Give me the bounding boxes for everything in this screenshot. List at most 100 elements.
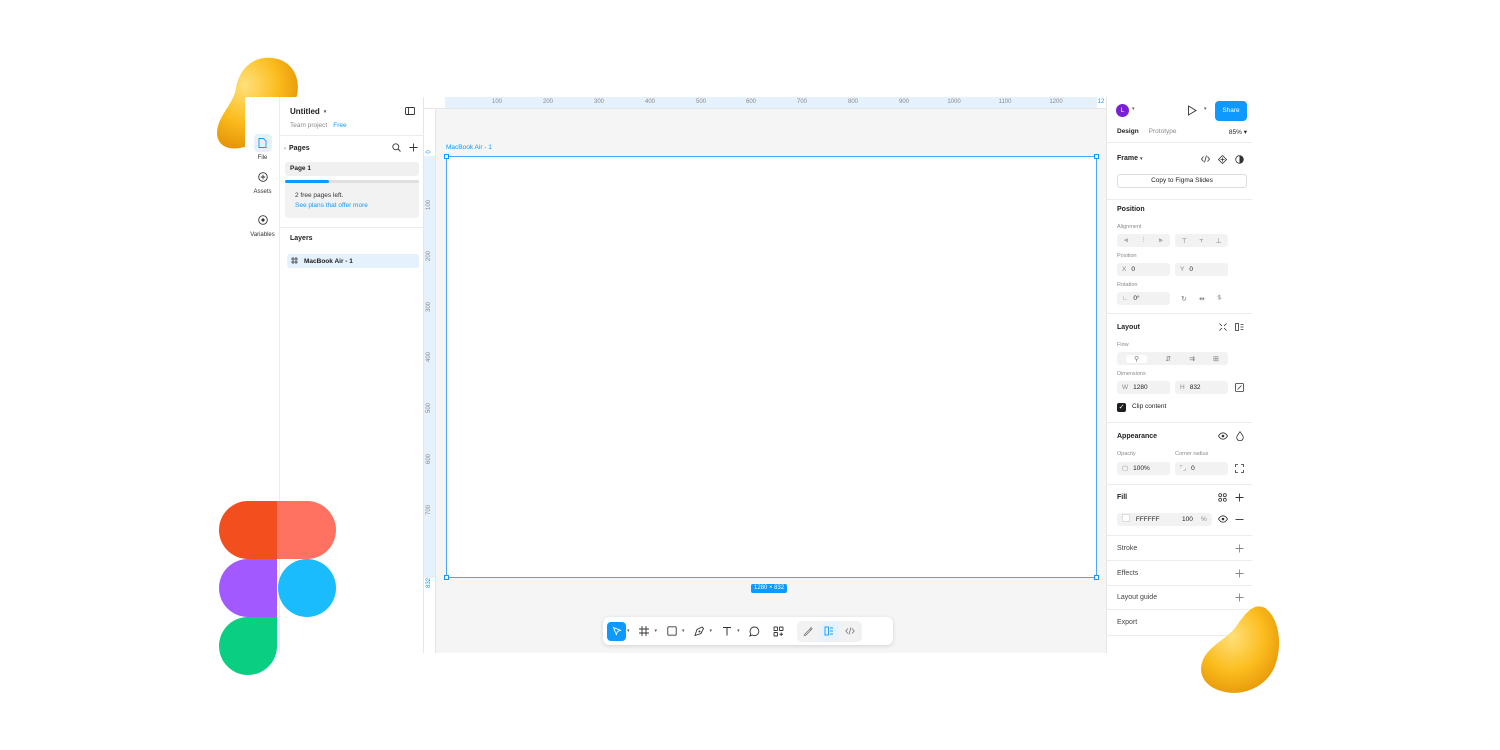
corner-radius-field[interactable]: ⌜⌟ 0	[1175, 462, 1228, 475]
align-top-icon[interactable]: ⊤	[1181, 237, 1187, 245]
resize-handle[interactable]	[444, 154, 449, 159]
resize-handle[interactable]	[1094, 575, 1099, 580]
effects-heading[interactable]: Effects	[1117, 570, 1138, 577]
figma-logo	[219, 501, 336, 675]
constrain-proportions-icon[interactable]	[1235, 383, 1244, 394]
rotate-icon[interactable]: ↻	[1181, 295, 1187, 303]
drop-icon[interactable]	[1236, 430, 1244, 443]
figma-app-window: File Assets Variables Untitled ▾ Team pr…	[245, 97, 1253, 653]
flow-grid-icon[interactable]: ⊞	[1213, 355, 1219, 363]
horizontal-ruler: 100 200 300 400 500 600 700 800 900 1000…	[424, 97, 1106, 109]
add-effect-icon[interactable]	[1235, 569, 1244, 580]
frame-tool-button[interactable]	[635, 622, 654, 641]
align-bottom-icon[interactable]: ⊥	[1216, 237, 1222, 245]
play-icon[interactable]	[1187, 105, 1197, 118]
zoom-dropdown[interactable]: 85% ▾	[1229, 128, 1247, 136]
add-stroke-icon[interactable]	[1235, 544, 1244, 555]
share-button[interactable]: Share	[1215, 101, 1247, 121]
rail-assets[interactable]: Assets	[245, 168, 280, 195]
flip-vertical-icon[interactable]: ⥮	[1217, 295, 1222, 303]
x-position-field[interactable]: X0	[1117, 263, 1170, 276]
eye-icon[interactable]	[1218, 515, 1228, 525]
styles-grid-icon[interactable]	[1218, 493, 1227, 504]
resize-handle[interactable]	[444, 575, 449, 580]
rail-file[interactable]: File	[245, 134, 280, 161]
add-page-icon[interactable]	[409, 143, 418, 154]
zoom-level: 85%	[1228, 129, 1242, 136]
chevron-down-icon[interactable]: ▾	[1132, 106, 1135, 112]
width-field[interactable]: W 1280	[1117, 381, 1170, 394]
clip-content-checkbox[interactable]: ✓	[1117, 403, 1126, 412]
flow-freeform-icon[interactable]: ⚲	[1126, 354, 1148, 363]
design-mode-button[interactable]	[819, 621, 839, 641]
fill-color-field[interactable]: FFFFFF 100 %	[1117, 513, 1212, 526]
search-icon[interactable]	[392, 143, 401, 154]
resize-handle[interactable]	[1094, 154, 1099, 159]
ruler-tick: 200	[542, 99, 554, 105]
flow-horizontal-icon[interactable]: ⇉	[1189, 355, 1195, 363]
pages-header: › Pages	[284, 143, 418, 154]
dev-mode-button[interactable]	[841, 622, 860, 641]
frame-type-dropdown[interactable]: Frame ▾	[1117, 155, 1142, 162]
independent-corners-icon[interactable]	[1235, 464, 1244, 475]
layer-item[interactable]: MacBook Air - 1	[287, 254, 419, 268]
free-pages-progress-fill	[285, 180, 330, 183]
file-title[interactable]: Untitled ▾	[290, 107, 326, 116]
tab-prototype[interactable]: Prototype	[1149, 128, 1177, 136]
yellow-blob-decoration	[1201, 606, 1280, 693]
canvas[interactable]: 100 200 300 400 500 600 700 800 900 1000…	[424, 97, 1106, 653]
layout-guide-heading[interactable]: Layout guide	[1117, 594, 1157, 601]
export-heading[interactable]: Export	[1117, 619, 1137, 626]
frame-type-label: Frame	[1117, 155, 1139, 162]
chevron-down-icon[interactable]: ▾	[1204, 106, 1207, 112]
frame-label[interactable]: MacBook Air - 1	[446, 144, 492, 151]
text-tool-button[interactable]	[717, 622, 736, 641]
actions-tool-button[interactable]	[769, 622, 788, 641]
fill-swatch[interactable]	[1122, 514, 1130, 522]
theme-icon[interactable]	[1235, 155, 1244, 166]
layout-heading: Layout	[1117, 324, 1140, 331]
align-middle-icon[interactable]: ⫟	[1199, 237, 1203, 245]
chevron-down-icon[interactable]: ▾	[682, 628, 685, 634]
align-center-icon[interactable]: ⫶	[1143, 237, 1145, 245]
code-icon[interactable]	[1200, 155, 1211, 165]
rectangle-tool-button[interactable]	[662, 622, 681, 641]
rotation-angle-icon: ∟	[1122, 295, 1129, 302]
copy-to-slides-button[interactable]: Copy to Figma Slides	[1117, 174, 1247, 188]
component-icon[interactable]	[1217, 154, 1228, 166]
eye-icon[interactable]	[1218, 432, 1228, 442]
add-layout-guide-icon[interactable]	[1235, 593, 1244, 604]
move-tool-button[interactable]	[607, 621, 626, 641]
flow-vertical-icon[interactable]: ⇵	[1165, 355, 1171, 363]
page-item[interactable]: Page 1	[285, 162, 419, 176]
chevron-down-icon[interactable]: ▾	[710, 628, 713, 634]
y-position-field[interactable]: Y0	[1175, 263, 1228, 276]
align-left-icon[interactable]: ⫷	[1124, 237, 1128, 245]
draw-mode-button[interactable]	[799, 622, 818, 641]
remove-fill-icon[interactable]	[1235, 515, 1244, 526]
rotation-field[interactable]: ∟ 0°	[1117, 292, 1170, 305]
height-field[interactable]: H 832	[1175, 381, 1228, 394]
opacity-field[interactable]: ▢ 100%	[1117, 462, 1170, 475]
chevron-down-icon[interactable]: ▾	[627, 628, 630, 634]
see-plans-link[interactable]: See plans that offer more	[295, 202, 368, 209]
rotation-label: Rotation	[1117, 282, 1138, 288]
pen-tool-button[interactable]	[690, 622, 709, 641]
comment-tool-button[interactable]	[745, 622, 764, 641]
fill-opacity-unit: %	[1201, 516, 1207, 523]
flip-horizontal-icon[interactable]: ⇹	[1199, 295, 1205, 303]
stroke-heading[interactable]: Stroke	[1117, 545, 1137, 552]
sidebar-toggle-icon[interactable]	[405, 107, 415, 117]
ruler-tick: 100	[426, 199, 432, 211]
rail-variables[interactable]: Variables	[245, 211, 280, 238]
chevron-down-icon[interactable]: ▾	[655, 628, 658, 634]
align-right-icon[interactable]: ⫸	[1159, 237, 1163, 245]
add-fill-icon[interactable]	[1235, 493, 1244, 504]
resize-to-fit-icon[interactable]	[1219, 323, 1227, 333]
macbook-frame[interactable]	[446, 156, 1097, 578]
chevron-down-icon[interactable]: ▾	[737, 628, 740, 634]
avatar[interactable]: L	[1116, 104, 1129, 117]
tab-design[interactable]: Design	[1117, 128, 1139, 136]
collapse-caret-icon[interactable]: ›	[284, 146, 286, 152]
auto-layout-icon[interactable]	[1235, 323, 1244, 333]
